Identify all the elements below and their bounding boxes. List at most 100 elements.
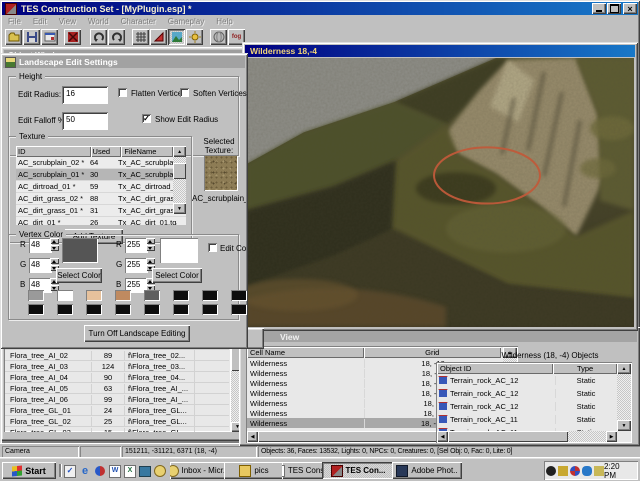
left-select-color-button[interactable]: Select Color xyxy=(56,268,102,283)
world-button[interactable] xyxy=(210,29,227,45)
menu-item[interactable]: Gameplay xyxy=(162,17,210,26)
messenger-icon[interactable] xyxy=(582,466,592,476)
edit-radius-input[interactable]: 16 xyxy=(62,86,108,104)
palette-swatch[interactable] xyxy=(202,290,218,301)
object-row[interactable]: Flora_tree_AI_03 124 f\Flora_tree_03... xyxy=(5,361,229,372)
palette-swatch[interactable] xyxy=(86,304,102,315)
task-inbox[interactable]: Inbox - Micr... xyxy=(170,462,226,479)
palette-swatch[interactable] xyxy=(28,290,44,301)
texture-row[interactable]: AC_dirt_01 * 26 Tx_AC_dirt_01.tga xyxy=(16,217,186,225)
edit-falloff-input[interactable]: 50 xyxy=(62,112,108,130)
cell-view-title-bar[interactable]: View xyxy=(242,330,637,342)
notes-icon[interactable] xyxy=(594,466,604,476)
right-select-color-button[interactable]: Select Color xyxy=(152,268,202,283)
internet-explorer-icon[interactable]: e xyxy=(79,465,91,477)
flatten-vertices-checkbox[interactable] xyxy=(118,88,127,97)
texture-row[interactable]: AC_dirtroad_01 * 59 Tx_AC_dirtroad_... xyxy=(16,181,186,193)
scroll-up-button[interactable]: ▲ xyxy=(617,363,631,374)
minimize-button[interactable] xyxy=(592,3,606,14)
media-player-icon[interactable] xyxy=(94,465,106,477)
menu-item[interactable]: Edit xyxy=(27,17,53,26)
spin-up[interactable] xyxy=(146,238,155,244)
snap-grid-button[interactable] xyxy=(132,29,149,45)
scroll-left-button[interactable]: ◀ xyxy=(247,431,258,442)
snap-angle-button[interactable] xyxy=(150,29,167,45)
palette-swatch[interactable] xyxy=(173,290,189,301)
cell-name-column-header[interactable]: Cell Name xyxy=(247,347,364,358)
outlook-clock-icon[interactable] xyxy=(154,465,166,477)
spin-up[interactable] xyxy=(146,258,155,264)
lights-button[interactable] xyxy=(186,29,203,45)
type-column-header[interactable]: Type xyxy=(553,363,617,374)
show-edit-radius-checkbox[interactable]: ✓ xyxy=(142,114,151,123)
main-title-bar[interactable]: TES Construction Set - [MyPlugin.esp] * xyxy=(2,2,638,15)
palette-swatch[interactable] xyxy=(144,304,160,315)
scrollbar-thumb[interactable] xyxy=(448,431,568,442)
task-tes-construction-set[interactable]: TES Con... xyxy=(322,462,394,479)
render-window-title-bar[interactable]: Wilderness 18,-4 xyxy=(245,45,635,57)
menu-item[interactable]: World xyxy=(82,17,115,26)
close-button[interactable]: × xyxy=(623,3,637,14)
object-row[interactable]: Flora_tree_GL_02 25 f\Flora_tree_GL... xyxy=(5,416,229,427)
task-pics[interactable]: pics xyxy=(224,462,284,479)
scroll-down-button[interactable]: ▼ xyxy=(617,420,631,431)
menu-item[interactable]: Help xyxy=(210,17,238,26)
object-id-column-header[interactable]: Object ID xyxy=(437,363,553,374)
texture-id-column-header[interactable]: ID xyxy=(16,146,91,157)
left-g-spinner[interactable]: 48 xyxy=(29,258,59,271)
cell-objects-list[interactable]: Object ID Type Terrain_rock_AC_12 Static… xyxy=(436,362,632,443)
restore-button[interactable] xyxy=(607,3,621,14)
spin-down[interactable] xyxy=(50,245,59,251)
scrollbar-thumb[interactable] xyxy=(258,431,456,442)
palette-swatch[interactable] xyxy=(202,304,218,315)
texture-row[interactable]: AC_dirt_grass_01 * 31 Tx_AC_dirt_grass..… xyxy=(16,205,186,217)
spin-up[interactable] xyxy=(50,258,59,264)
palette-swatch[interactable] xyxy=(86,290,102,301)
scroll-left-button[interactable]: ◀ xyxy=(437,431,448,442)
menu-item[interactable]: View xyxy=(53,17,82,26)
save-button[interactable] xyxy=(23,29,40,45)
texture-used-column-header[interactable]: Used xyxy=(91,146,122,157)
palette-swatch[interactable] xyxy=(115,304,131,315)
object-list[interactable]: Flora_tree_AI_01 60 f\Flora_tree_01... F… xyxy=(4,345,231,432)
object-row[interactable]: Flora_tree_AI_02 89 f\Flora_tree_02... xyxy=(5,350,229,361)
palette-swatch[interactable] xyxy=(57,304,73,315)
task-adobe-photoshop[interactable]: Adobe Phot.. xyxy=(392,462,462,479)
render-viewport[interactable] xyxy=(246,58,634,327)
dialog-title-bar[interactable]: Landscape Edit Settings xyxy=(3,56,245,68)
palette-swatch[interactable] xyxy=(173,304,189,315)
palette-swatch[interactable] xyxy=(115,290,131,301)
scroll-right-button[interactable]: ▶ xyxy=(606,431,617,442)
object-row[interactable]: Flora_tree_AI_04 90 f\Flora_tree_04... xyxy=(5,372,229,383)
task-tes-doc[interactable]: W TES Constr.. xyxy=(282,462,324,479)
scheduler-icon[interactable] xyxy=(546,466,556,476)
spin-up[interactable] xyxy=(50,238,59,244)
turn-off-landscape-editing-button[interactable]: Turn Off Landscape Editing xyxy=(84,325,190,342)
texture-list-scrollbar[interactable]: ▼ xyxy=(173,157,186,214)
objects-hscrollbar[interactable]: ◀ ▶ xyxy=(437,431,617,442)
spin-down[interactable] xyxy=(146,245,155,251)
texture-row[interactable]: AC_dirt_grass_02 * 88 Tx_AC_dirt_grass..… xyxy=(16,193,186,205)
edit-colors-checkbox[interactable] xyxy=(208,243,217,252)
texture-list[interactable]: ID Used FileName ▲ AC_scrubplain_02 * 64… xyxy=(16,146,186,225)
palette-swatch[interactable] xyxy=(144,290,160,301)
menu-item[interactable]: File xyxy=(2,17,27,26)
right-r-spinner[interactable]: 255 xyxy=(125,238,155,251)
object-row[interactable]: Flora_tree_GL_01 24 f\Flora_tree_GL... xyxy=(5,405,229,416)
object-row[interactable]: Flora_tree_GL_03 15 f\Flora_tree_GL... xyxy=(5,427,229,432)
object-row[interactable]: Flora_tree_AI_05 63 f\Flora_tree_AI_... xyxy=(5,383,229,394)
antivirus-icon[interactable] xyxy=(570,466,580,476)
scroll-down-button[interactable]: ▼ xyxy=(173,203,186,214)
left-r-spinner[interactable]: 48 xyxy=(29,238,59,251)
palette-swatch[interactable] xyxy=(231,304,247,315)
redo-button[interactable] xyxy=(108,29,125,45)
object-row[interactable]: Flora_tree_AI_06 99 f\Flora_tree_AI_... xyxy=(5,394,229,405)
start-button[interactable]: Start xyxy=(2,462,56,479)
menu-item[interactable]: Character xyxy=(115,17,162,26)
texture-file-column-header[interactable]: FileName xyxy=(121,146,173,157)
landscape-editing-button[interactable] xyxy=(168,29,185,45)
scroll-up-button[interactable]: ▲ xyxy=(173,146,186,157)
mail-icon[interactable] xyxy=(139,465,151,477)
show-desktop-icon[interactable]: ✓ xyxy=(64,465,76,477)
scrollbar-thumb[interactable] xyxy=(173,163,186,179)
